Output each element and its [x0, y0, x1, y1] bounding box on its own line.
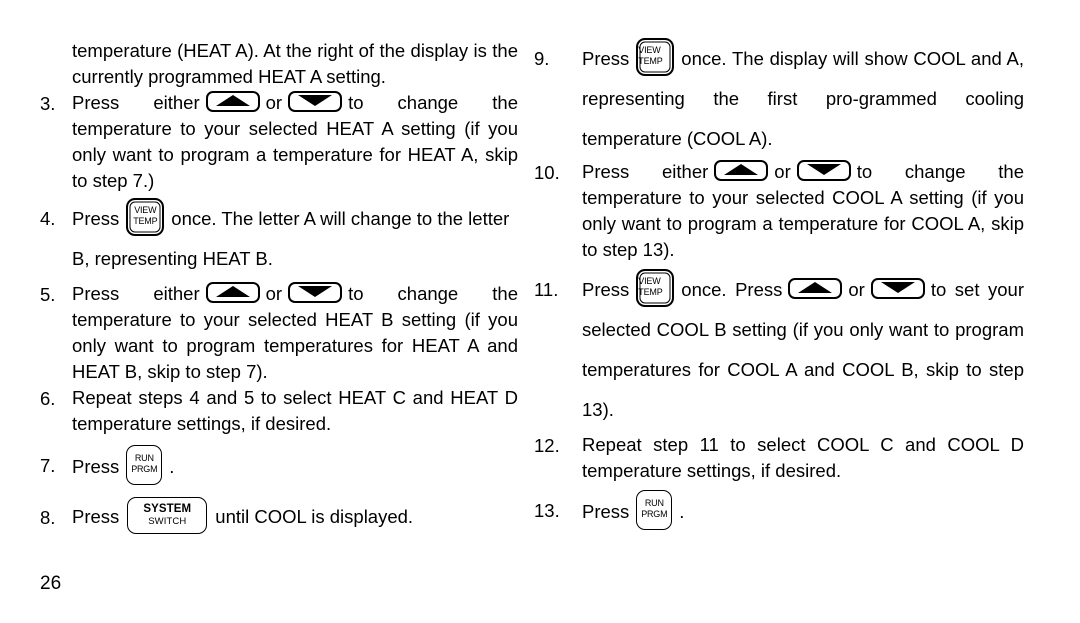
step-11-text-3: or — [848, 279, 865, 300]
step-11: 11. Press VIEW TEMP once. Press or to set you… — [534, 269, 1024, 430]
step-7-body: Press RUN PRGM. — [72, 445, 518, 487]
step-12-text-1: Repeat step 11 to select COOL C and COOL… — [582, 434, 1024, 481]
step-11-text-1: Press — [582, 279, 630, 300]
step-4-number: 4. — [40, 208, 56, 229]
down-triangle-icon — [298, 95, 333, 106]
step-4-text-1: Press — [72, 208, 120, 229]
up-arrow-key[interactable] — [205, 282, 260, 303]
step-7-text-1: Press — [72, 456, 120, 477]
view-temp-key-line2: TEMP — [638, 56, 663, 66]
step-8-body: Press SYSTEM SWITCH until COOL is displayed… — [72, 497, 518, 537]
step-13-text-2: . — [679, 501, 685, 522]
down-triangle-icon — [298, 286, 333, 297]
step-5: 5. Press either or to change the temperatu… — [40, 281, 518, 385]
view-temp-key-line1: VIEW — [134, 205, 157, 215]
up-triangle-icon — [215, 95, 250, 106]
down-arrow-key[interactable] — [870, 278, 925, 299]
step-7-text-2: . — [169, 456, 175, 477]
run-prgm-key-line1: RUN — [644, 498, 664, 508]
step-7-number: 7. — [40, 455, 56, 476]
down-triangle-icon — [880, 282, 915, 293]
step-3-text-2: or — [265, 92, 283, 113]
up-arrow-key[interactable] — [788, 278, 843, 299]
view-temp-key[interactable]: VIEW TEMP — [636, 38, 675, 76]
step-8-number: 8. — [40, 507, 56, 528]
intro-text: temperature (HEAT A). At the right of th… — [72, 40, 518, 87]
step-12-number: 12. — [534, 435, 560, 456]
step-9: 9. Press VIEW TEMP once. The display will s… — [534, 38, 1024, 159]
step-11-number: 11. — [534, 279, 559, 300]
step-8: 8. Press SYSTEM SWITCH until COOL is displa… — [40, 497, 518, 538]
step-11-text-2: once. Press — [681, 279, 783, 300]
up-triangle-icon — [798, 282, 833, 293]
step-8-text-2: until COOL is displayed. — [215, 506, 414, 527]
step-10: 10. Press either or to change the temperat… — [534, 159, 1024, 263]
step-11-body: Press VIEW TEMP once. Press or to set your se… — [582, 269, 1024, 430]
up-triangle-icon — [215, 286, 250, 297]
step-9-number: 9. — [534, 48, 550, 69]
run-prgm-key[interactable]: RUN PRGM — [126, 445, 163, 485]
step-13-text-1: Press — [582, 501, 630, 522]
step-3-text-1: Press either — [72, 92, 200, 113]
view-temp-key-line2: TEMP — [133, 216, 158, 226]
system-switch-key-line2: SWITCH — [148, 516, 187, 527]
up-arrow-key[interactable] — [714, 160, 769, 181]
step-5-text-2: or — [265, 283, 283, 304]
right-column: 9. Press VIEW TEMP once. The display will s… — [534, 38, 1024, 532]
down-arrow-key[interactable] — [288, 282, 343, 303]
run-prgm-key-line2: PRGM — [641, 509, 668, 519]
step-9-body: Press VIEW TEMP once. The display will show… — [582, 38, 1024, 159]
step-13-number: 13. — [534, 500, 560, 521]
step-3-number: 3. — [40, 93, 56, 114]
left-column: temperature (HEAT A). At the right of th… — [40, 38, 518, 538]
step-3-body: Press either or to change the temperature … — [72, 90, 518, 194]
view-temp-key[interactable]: VIEW TEMP — [636, 269, 675, 307]
step-10-text-2: or — [774, 161, 791, 182]
view-temp-key-line2: TEMP — [638, 287, 663, 297]
step-10-body: Press either or to change the temperature … — [582, 159, 1024, 263]
step-13-body: Press RUN PRGM. — [582, 490, 1024, 532]
step-12-body: Repeat step 11 to select COOL C and COOL… — [582, 432, 1024, 484]
view-temp-key[interactable]: VIEW TEMP — [126, 198, 165, 236]
step-5-text-1: Press either — [72, 283, 200, 304]
up-triangle-icon — [724, 164, 759, 175]
run-prgm-key-line2: PRGM — [131, 464, 158, 474]
intro-paragraph: temperature (HEAT A). At the right of th… — [72, 38, 518, 90]
up-arrow-key[interactable] — [205, 91, 260, 112]
step-10-text-1: Press either — [582, 161, 709, 182]
step-5-number: 5. — [40, 284, 56, 305]
step-7: 7. Press RUN PRGM. — [40, 445, 518, 487]
step-9-text-1: Press — [582, 48, 630, 69]
step-12: 12. Repeat step 11 to select COOL C and … — [534, 432, 1024, 484]
manual-page: temperature (HEAT A). At the right of th… — [0, 0, 1080, 623]
view-temp-key-line1: VIEW — [638, 45, 661, 55]
down-arrow-key[interactable] — [288, 91, 343, 112]
system-switch-key[interactable]: SYSTEM SWITCH — [127, 497, 208, 534]
step-4-body: Press VIEW TEMP once. The letter A will cha… — [72, 198, 518, 279]
step-8-text-1: Press — [72, 506, 120, 527]
step-6-body: Repeat steps 4 and 5 to select HEAT C an… — [72, 385, 518, 437]
step-5-body: Press either or to change the temperature … — [72, 281, 518, 385]
down-triangle-icon — [806, 164, 841, 175]
down-arrow-key[interactable] — [796, 160, 851, 181]
step-6: 6. Repeat steps 4 and 5 to select HEAT C… — [40, 385, 518, 437]
step-10-number: 10. — [534, 162, 560, 183]
run-prgm-key[interactable]: RUN PRGM — [636, 490, 673, 530]
step-13: 13. Press RUN PRGM. — [534, 490, 1024, 532]
step-6-number: 6. — [40, 388, 56, 409]
run-prgm-key-line1: RUN — [134, 453, 154, 463]
page-number: 26 — [40, 573, 62, 594]
system-switch-key-line1: SYSTEM — [143, 503, 192, 515]
view-temp-key-line1: VIEW — [638, 276, 661, 286]
step-6-text-1: Repeat steps 4 and 5 to select HEAT C an… — [72, 387, 518, 434]
step-3: 3. Press either or to change the temperatu… — [40, 90, 518, 194]
step-4: 4. Press VIEW TEMP once. The letter A will … — [40, 198, 518, 279]
